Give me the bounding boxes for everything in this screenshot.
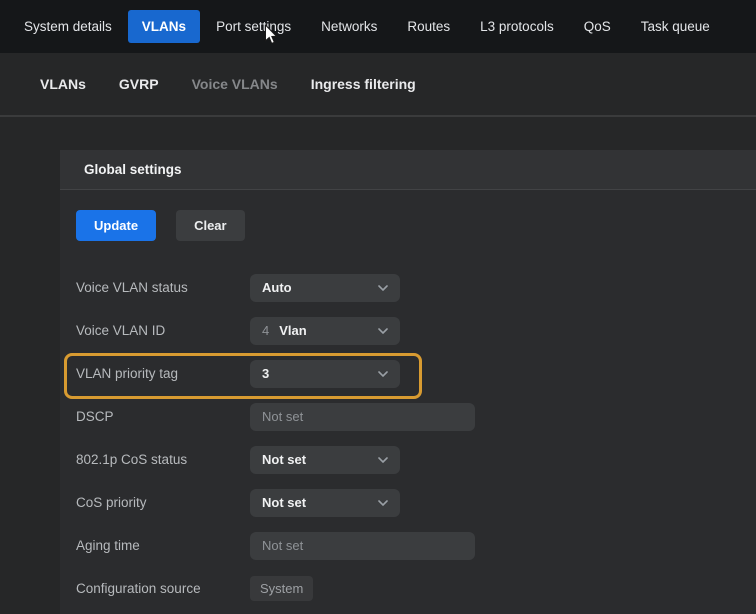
field-label: DSCP	[76, 409, 250, 424]
tab-l3-protocols[interactable]: L3 protocols	[466, 10, 568, 43]
chevron-down-icon	[378, 500, 388, 506]
form-row-cos-status: 802.1p CoS status Not set	[76, 438, 756, 481]
field-label: Voice VLAN status	[76, 280, 250, 295]
form-row-dscp: DSCP Not set	[76, 395, 756, 438]
dropdown-value-group: 4 Vlan	[262, 323, 307, 338]
field-label: Voice VLAN ID	[76, 323, 250, 338]
form-row-vlan-priority-tag: VLAN priority tag 3	[76, 352, 756, 395]
dropdown-value: Not set	[262, 452, 306, 467]
input-placeholder: Not set	[262, 538, 303, 553]
chevron-down-icon	[378, 371, 388, 377]
sub-navigation: VLANs GVRP Voice VLANs Ingress filtering	[0, 53, 756, 117]
field-label: Aging time	[76, 538, 250, 553]
panel-title: Global settings	[84, 162, 182, 177]
field-label: VLAN priority tag	[76, 366, 250, 381]
vlan-id-number: 4	[262, 323, 269, 338]
tab-qos[interactable]: QoS	[570, 10, 625, 43]
top-navigation: System details VLANs Port settings Netwo…	[0, 0, 756, 53]
form-row-voice-vlan-status: Voice VLAN status Auto	[76, 266, 756, 309]
voice-vlan-id-dropdown[interactable]: 4 Vlan	[250, 317, 400, 345]
tab-vlans[interactable]: VLANs	[128, 10, 200, 43]
configuration-source-value: System	[250, 576, 313, 601]
global-settings-panel: Global settings Update Clear Voice VLAN …	[60, 150, 756, 614]
tab-system-details[interactable]: System details	[10, 10, 126, 43]
button-row: Update Clear	[76, 210, 756, 241]
panel-body: Update Clear Voice VLAN status Auto Voic…	[60, 190, 756, 610]
subnav-item-gvrp[interactable]: GVRP	[119, 76, 159, 92]
field-label: CoS priority	[76, 495, 250, 510]
panel-header: Global settings	[60, 150, 756, 190]
tab-task-queue[interactable]: Task queue	[627, 10, 724, 43]
dropdown-value: Vlan	[279, 323, 306, 338]
vlan-priority-tag-dropdown[interactable]: 3	[250, 360, 400, 388]
voice-vlan-status-dropdown[interactable]: Auto	[250, 274, 400, 302]
dropdown-value: Auto	[262, 280, 292, 295]
dropdown-value: 3	[262, 366, 269, 381]
chevron-down-icon	[378, 457, 388, 463]
update-button[interactable]: Update	[76, 210, 156, 241]
tab-networks[interactable]: Networks	[307, 10, 391, 43]
chevron-down-icon	[378, 328, 388, 334]
dropdown-value: Not set	[262, 495, 306, 510]
subnav-item-ingress-filtering[interactable]: Ingress filtering	[311, 76, 416, 92]
input-placeholder: Not set	[262, 409, 303, 424]
chevron-down-icon	[378, 285, 388, 291]
subnav-item-vlans[interactable]: VLANs	[40, 76, 86, 92]
field-label: Configuration source	[76, 581, 250, 596]
subnav-item-voice-vlans[interactable]: Voice VLANs	[192, 76, 278, 92]
field-label: 802.1p CoS status	[76, 452, 250, 467]
clear-button[interactable]: Clear	[176, 210, 245, 241]
cos-status-dropdown[interactable]: Not set	[250, 446, 400, 474]
form-row-configuration-source: Configuration source System	[76, 567, 756, 610]
form-row-voice-vlan-id: Voice VLAN ID 4 Vlan	[76, 309, 756, 352]
tab-routes[interactable]: Routes	[393, 10, 464, 43]
dscp-input[interactable]: Not set	[250, 403, 475, 431]
cos-priority-dropdown[interactable]: Not set	[250, 489, 400, 517]
tab-port-settings[interactable]: Port settings	[202, 10, 305, 43]
form-row-aging-time: Aging time Not set	[76, 524, 756, 567]
form-row-cos-priority: CoS priority Not set	[76, 481, 756, 524]
aging-time-input[interactable]: Not set	[250, 532, 475, 560]
